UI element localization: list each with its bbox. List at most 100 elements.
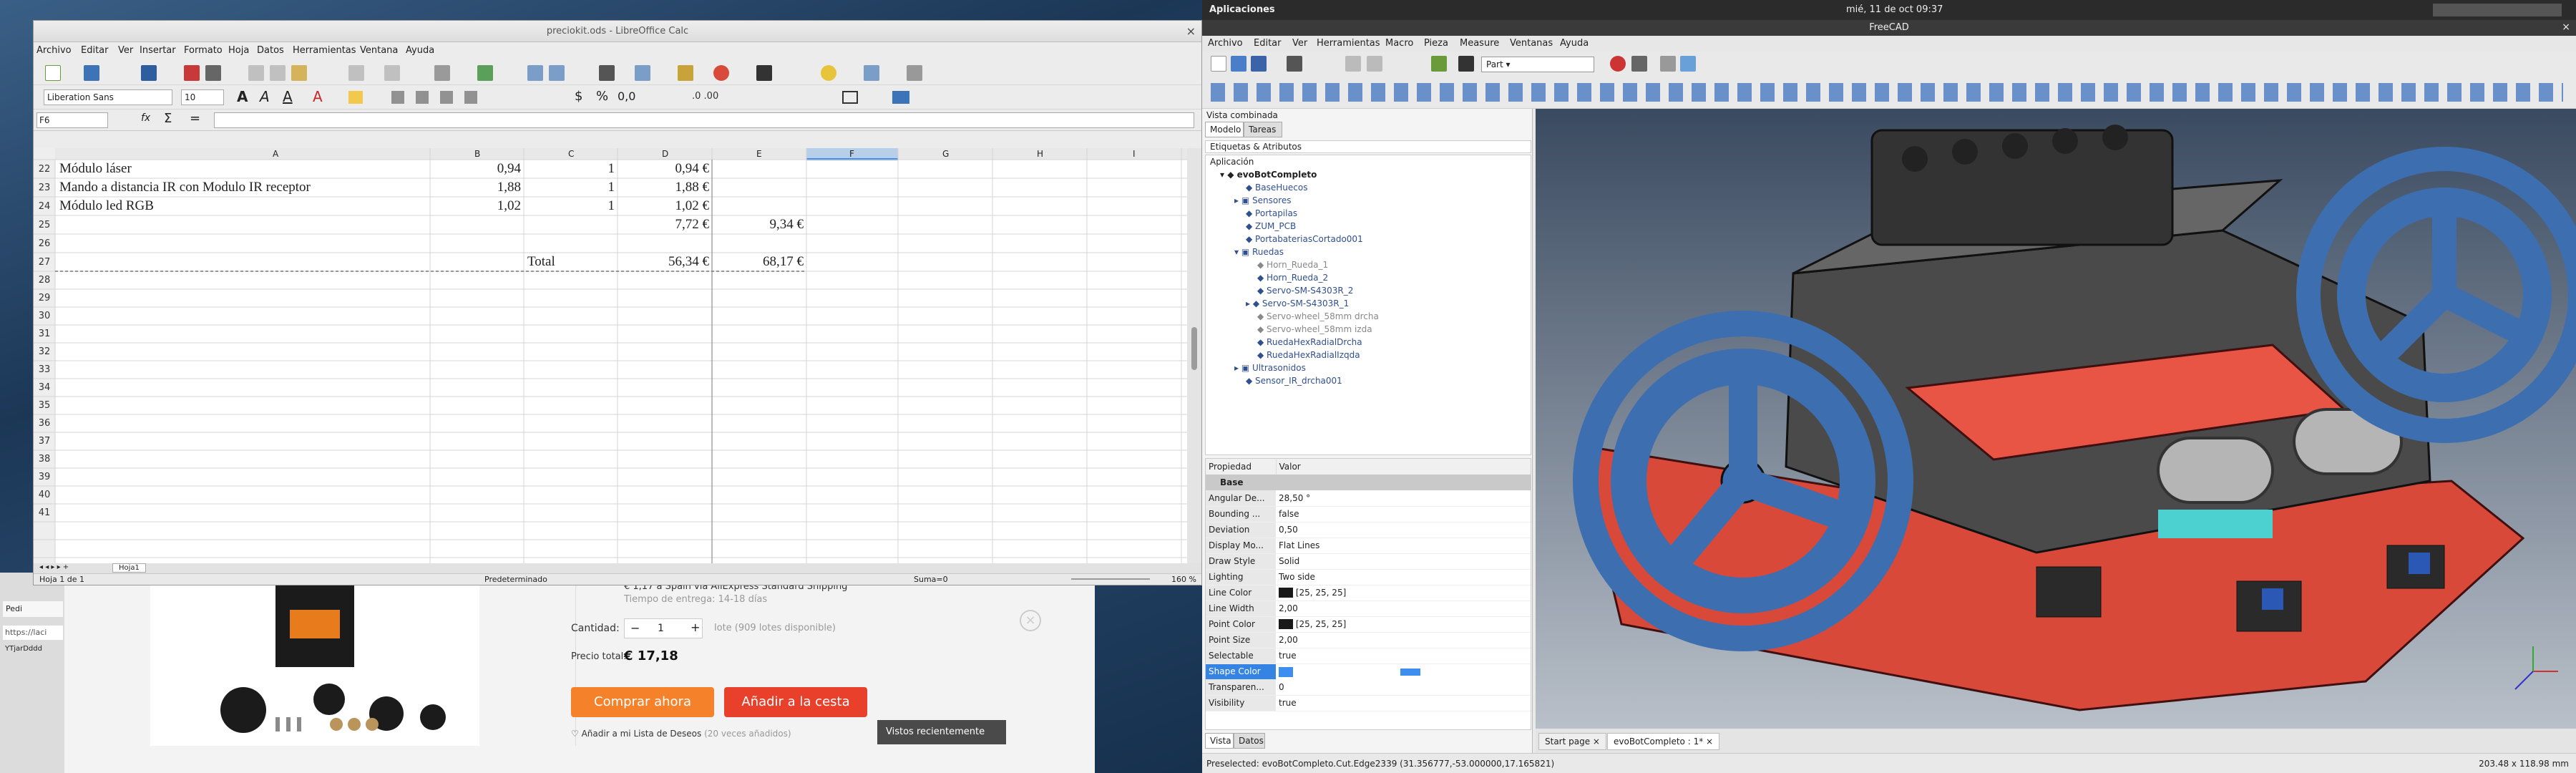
scrollbar-thumb[interactable]	[1191, 327, 1197, 370]
status-zoom[interactable]: 160 %	[1171, 575, 1196, 584]
recently-viewed-button[interactable]: Vistos recientemente	[877, 720, 1006, 744]
menu-herramientas[interactable]: Herramientas	[293, 45, 356, 56]
macro-stop-icon[interactable]	[1631, 56, 1647, 72]
tree-item[interactable]: ▸ ▣ Sensores	[1234, 195, 1292, 205]
menu-hoja[interactable]: Hoja	[228, 45, 249, 56]
macro-run-icon[interactable]	[1680, 56, 1696, 72]
tree-item[interactable]: ▾ ▣ Ruedas	[1234, 247, 1284, 257]
tree-item[interactable]: ◆ RuedaHexRadialDrcha	[1257, 337, 1362, 347]
cell-a22[interactable]: Módulo láser	[59, 161, 132, 177]
row-header[interactable]: 24	[34, 201, 55, 212]
paste-icon[interactable]	[291, 65, 307, 81]
property-value[interactable]: [25, 25, 25]	[1276, 616, 1531, 632]
underline-icon[interactable]: A	[283, 88, 293, 105]
row-header[interactable]: 27	[34, 257, 55, 268]
zoom-slider[interactable]	[1071, 578, 1150, 580]
background-color-icon[interactable]	[892, 91, 909, 104]
tab-datos[interactable]: Datos	[1234, 733, 1265, 749]
cell-b22[interactable]: 0,94	[430, 161, 521, 177]
cut-icon[interactable]	[248, 65, 264, 81]
property-value[interactable]: 2,00	[1276, 632, 1531, 648]
sheet-tab[interactable]: Hoja1	[112, 563, 146, 573]
row-header[interactable]: 41	[34, 507, 55, 518]
cell-e27[interactable]: 68,17 €	[712, 254, 804, 270]
tab-document[interactable]: evoBotCompleto : 1* ×	[1607, 733, 1720, 750]
tree-item[interactable]: ▾ ◆ evoBotCompleto	[1220, 170, 1317, 180]
color-picker-button[interactable]	[1400, 668, 1420, 676]
font-size-box[interactable]: 10	[181, 89, 224, 105]
add-to-cart-button[interactable]: Añadir a la cesta	[724, 687, 867, 717]
spreadsheet-grid[interactable]: A B C D E F G H I 22 Módulo láser 0,94 1…	[34, 148, 1187, 563]
menu-pieza[interactable]: Pieza	[1424, 38, 1448, 49]
property-value[interactable]: [25, 25, 25]	[1276, 585, 1531, 601]
row-header[interactable]: 34	[34, 382, 55, 393]
property-value[interactable]: 0	[1276, 679, 1531, 695]
row-header[interactable]: 23	[34, 183, 55, 193]
property-value[interactable]: true	[1276, 695, 1531, 711]
menu-ventana[interactable]: Ventana	[360, 45, 398, 56]
headers-icon[interactable]	[864, 65, 879, 81]
number-format-icon[interactable]: 0,0	[618, 89, 635, 103]
property-value[interactable]: false	[1276, 506, 1531, 522]
menu-measure[interactable]: Measure	[1460, 38, 1499, 49]
tree-item[interactable]: ◆ Horn_Rueda_2	[1257, 273, 1328, 283]
macro-record-icon[interactable]	[1610, 56, 1626, 72]
menu-ventanas[interactable]: Ventanas	[1510, 38, 1553, 49]
wishlist-link[interactable]: ♡ Añadir a mi Lista de Deseos (20 veces …	[571, 729, 791, 739]
new-icon[interactable]	[1211, 56, 1226, 72]
property-name[interactable]: Draw Style	[1206, 553, 1276, 569]
cell-d22[interactable]: 0,94 €	[618, 161, 710, 177]
comment-icon[interactable]	[821, 65, 836, 81]
column-header-e[interactable]: E	[756, 149, 762, 159]
sum-icon[interactable]: Σ	[164, 111, 172, 126]
property-value[interactable]: Two side	[1276, 569, 1531, 585]
tree-item[interactable]: ▸ ▣ Ultrasonidos	[1234, 363, 1306, 373]
applications-menu[interactable]: Aplicaciones	[1209, 4, 1275, 15]
export-pdf-icon[interactable]	[184, 65, 200, 81]
find-icon[interactable]	[434, 65, 450, 81]
property-editor[interactable]: Propiedad Valor Base Angular De... 28,50 °…	[1205, 458, 1531, 730]
minus-icon[interactable]: −	[630, 621, 640, 635]
row-header[interactable]: 22	[34, 164, 55, 175]
quantity-value[interactable]: 1	[658, 623, 664, 634]
menu-formato[interactable]: Formato	[184, 45, 223, 56]
borders-icon[interactable]	[842, 91, 858, 104]
whats-this-icon[interactable]	[1458, 56, 1474, 72]
cell-c22[interactable]: 1	[524, 161, 615, 177]
cell-c27[interactable]: Total	[527, 254, 555, 270]
percent-icon[interactable]: %	[596, 89, 608, 104]
sort-icon[interactable]	[599, 65, 615, 81]
row-header[interactable]: 32	[34, 346, 55, 357]
freeze-icon[interactable]	[907, 65, 922, 81]
view-and-part-tools-icons[interactable]	[1211, 83, 2563, 102]
property-name[interactable]: Display Mo...	[1206, 538, 1276, 553]
tab-modelo[interactable]: Modelo	[1205, 122, 1244, 137]
column-header-i[interactable]: I	[1133, 149, 1136, 159]
cell-a23[interactable]: Mando a distancia IR con Modulo IR recep…	[59, 180, 311, 195]
cell-c23[interactable]: 1	[524, 180, 615, 195]
open-icon[interactable]	[84, 65, 99, 81]
property-name[interactable]: Line Width	[1206, 601, 1276, 616]
color-swatch[interactable]	[1279, 588, 1293, 598]
redo-icon[interactable]	[384, 65, 400, 81]
menu-ver[interactable]: Ver	[1292, 38, 1307, 49]
row-header[interactable]: 37	[34, 436, 55, 447]
browser-tab-2[interactable]: YTjarDddd	[3, 643, 63, 657]
cell-a24[interactable]: Módulo led RGB	[59, 198, 154, 214]
row-header[interactable]: 38	[34, 454, 55, 465]
chart-icon[interactable]	[713, 65, 729, 81]
property-name[interactable]: Visibility	[1206, 695, 1276, 711]
macro-edit-icon[interactable]	[1660, 56, 1676, 72]
column-header-d[interactable]: D	[662, 149, 668, 159]
property-value[interactable]	[1276, 663, 1531, 679]
undo-icon[interactable]	[1345, 56, 1361, 72]
quantity-stepper[interactable]: − 1 +	[624, 618, 703, 638]
3d-viewport[interactable]	[1536, 109, 2576, 729]
cell-d25[interactable]: 7,72 €	[618, 217, 710, 233]
close-icon[interactable]: ×	[1186, 24, 1196, 38]
menu-macro[interactable]: Macro	[1385, 38, 1413, 49]
plus-icon[interactable]: +	[691, 621, 700, 634]
tree-item[interactable]: ◆ RuedaHexRadialIzqda	[1257, 350, 1360, 360]
property-value[interactable]: Flat Lines	[1276, 538, 1531, 553]
property-name[interactable]: Lighting	[1206, 569, 1276, 585]
